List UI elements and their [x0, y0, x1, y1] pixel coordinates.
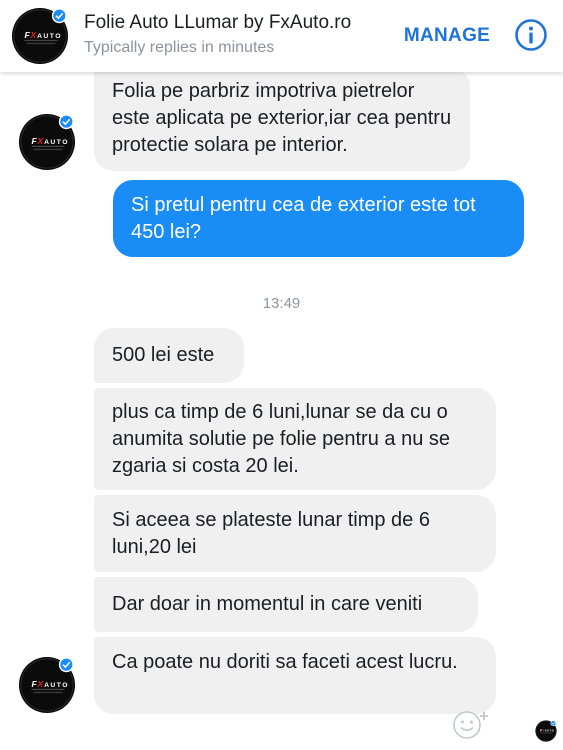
manage-button[interactable]: MANAGE [400, 22, 494, 50]
sender-avatar[interactable] [18, 113, 76, 171]
reply-status: Typically replies in minutes [84, 39, 275, 56]
page-title[interactable]: Folie Auto LLumar by FxAuto.ro [84, 12, 351, 34]
timestamp: 13:49 [262, 295, 301, 312]
message-bubble[interactable]: Folia pe parbriz impotriva pietrelor est… [94, 70, 470, 171]
sender-avatar[interactable] [18, 656, 76, 714]
info-icon[interactable] [514, 18, 548, 52]
message-bubble[interactable]: Dar doar in momentul in care veniti [94, 577, 478, 632]
message-bubble[interactable]: 500 lei este [94, 328, 244, 383]
chat-header: Folie Auto LLumar by FxAuto.ro Typically… [0, 0, 563, 72]
message-bubble[interactable]: plus ca timp de 6 luni,lunar se da cu o … [94, 388, 496, 490]
message-bubble[interactable]: Si aceea se plateste lunar timp de 6 lun… [94, 495, 496, 572]
message-bubble-own[interactable]: Si pretul pentru cea de exterior este to… [113, 180, 524, 257]
fxauto-logo-icon[interactable] [11, 7, 69, 65]
message-bubble[interactable]: Ca poate nu doriti sa faceti acest lucru… [94, 637, 496, 714]
emoji-add-reaction-icon[interactable] [450, 708, 498, 740]
seen-indicator-avatar [535, 720, 557, 742]
